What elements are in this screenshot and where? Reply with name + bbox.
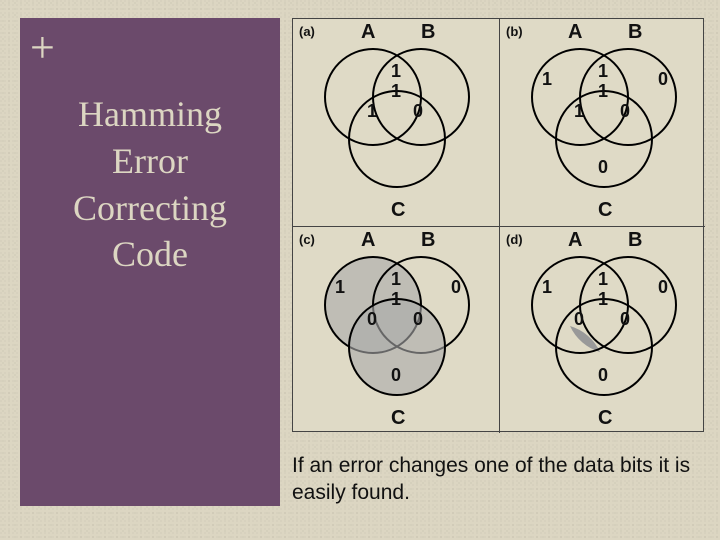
venn-svg <box>500 19 706 226</box>
panel-id: (d) <box>506 232 523 247</box>
label-c: C <box>391 199 405 222</box>
value-ac: 1 <box>574 101 584 122</box>
value-bc: 0 <box>620 101 630 122</box>
value-ab: 1 <box>598 269 608 290</box>
label-b: B <box>421 229 435 252</box>
title-line-4: Code <box>112 234 188 274</box>
panel-id: (a) <box>299 24 315 39</box>
value-bc: 0 <box>620 309 630 330</box>
panel-id: (b) <box>506 24 523 39</box>
slide-title: Hamming Error Correcting Code <box>20 91 280 278</box>
title-sidebar: + Hamming Error Correcting Code <box>20 18 280 506</box>
venn-svg <box>500 227 706 434</box>
value-abc: 1 <box>598 289 608 310</box>
panel-c: (c)ABC1100100 <box>293 226 499 433</box>
value-c: 0 <box>598 365 608 386</box>
label-c: C <box>598 199 612 222</box>
venn-svg <box>293 227 499 434</box>
panel-id: (c) <box>299 232 315 247</box>
label-c: C <box>598 407 612 430</box>
value-b: 0 <box>451 277 461 298</box>
value-ac: 0 <box>574 309 584 330</box>
value-b: 0 <box>658 69 668 90</box>
value-bc: 0 <box>413 309 423 330</box>
venn-svg <box>293 19 499 226</box>
value-abc: 1 <box>598 81 608 102</box>
value-abc: 1 <box>391 81 401 102</box>
value-ab: 1 <box>391 269 401 290</box>
label-a: A <box>568 229 582 252</box>
label-a: A <box>361 21 375 44</box>
label-b: B <box>628 229 642 252</box>
value-b: 0 <box>658 277 668 298</box>
label-a: A <box>568 21 582 44</box>
value-ac: 1 <box>367 101 377 122</box>
value-c: 0 <box>391 365 401 386</box>
panel-a: (a)ABC1110 <box>293 19 499 226</box>
value-a: 1 <box>542 277 552 298</box>
value-c: 0 <box>598 157 608 178</box>
value-ab: 1 <box>598 61 608 82</box>
label-b: B <box>628 21 642 44</box>
value-ac: 0 <box>367 309 377 330</box>
title-line-1: Hamming <box>78 94 222 134</box>
value-bc: 0 <box>413 101 423 122</box>
value-a: 1 <box>542 69 552 90</box>
value-a: 1 <box>335 277 345 298</box>
panel-b: (b)ABC1110100 <box>499 19 705 226</box>
label-c: C <box>391 407 405 430</box>
plus-icon: + <box>30 22 280 73</box>
value-ab: 1 <box>391 61 401 82</box>
value-abc: 1 <box>391 289 401 310</box>
label-a: A <box>361 229 375 252</box>
title-line-2: Error <box>112 141 188 181</box>
panel-d: (d)ABC1100100 <box>499 226 705 433</box>
caption-text: If an error changes one of the data bits… <box>292 452 704 507</box>
title-line-3: Correcting <box>73 188 227 228</box>
label-b: B <box>421 21 435 44</box>
venn-diagram-grid: (a)ABC1110 (b)ABC1110100 (c)ABC1100100 (… <box>292 18 704 432</box>
